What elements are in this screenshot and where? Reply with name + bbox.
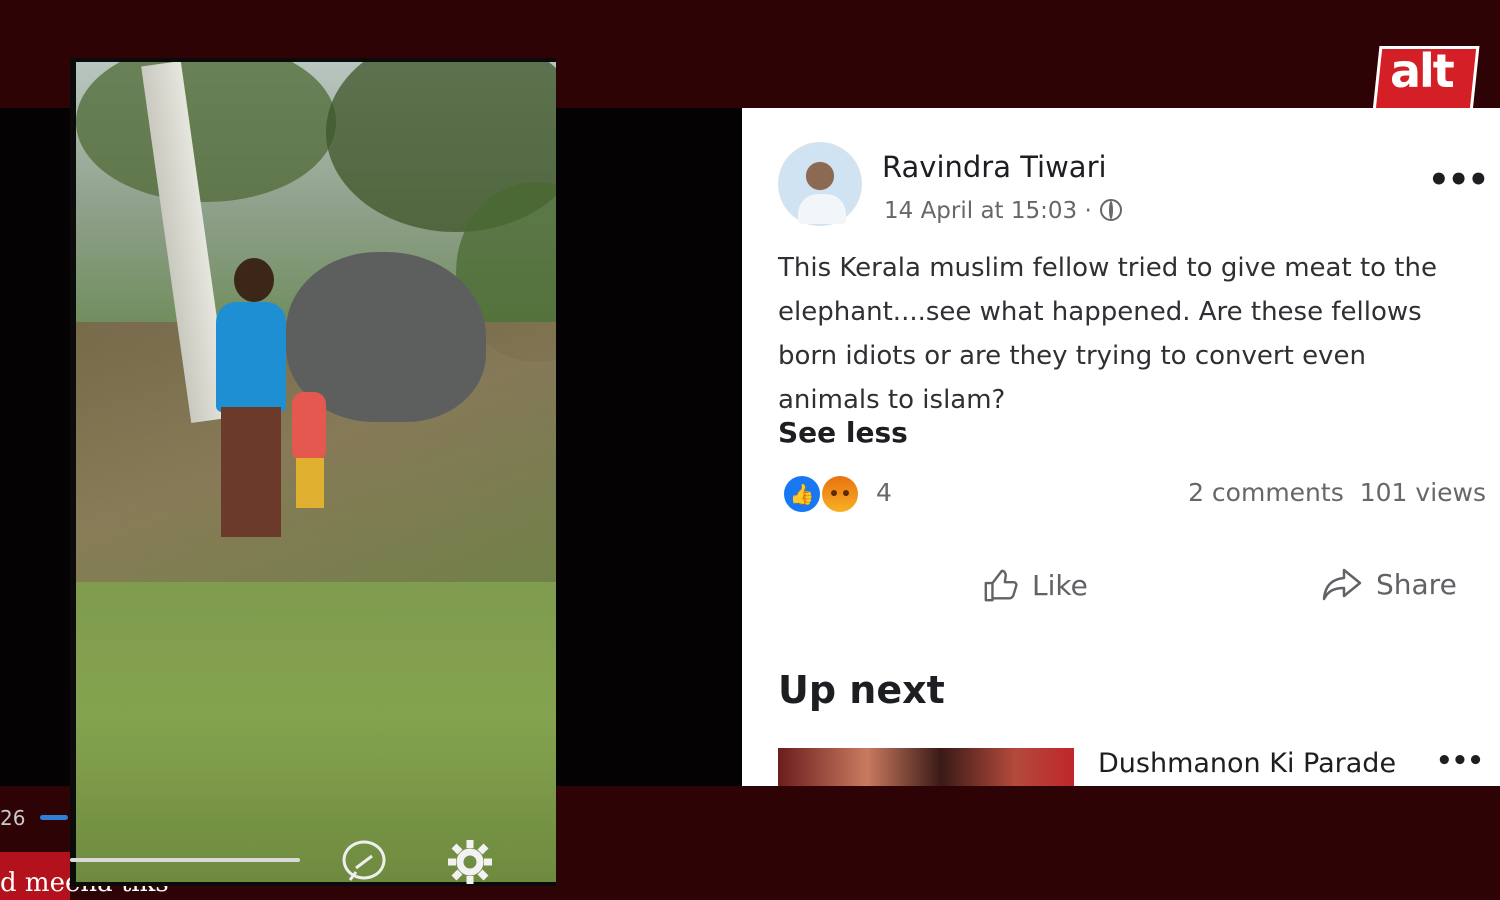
video-player[interactable] bbox=[70, 58, 556, 886]
like-reaction-icon: 👍 bbox=[782, 474, 822, 514]
share-label: Share bbox=[1376, 567, 1457, 601]
facebook-post-panel: Ravindra Tiwari 14 April at 15:03 · ••• … bbox=[742, 108, 1500, 786]
avatar[interactable] bbox=[778, 142, 862, 226]
up-next-more-icon[interactable]: ••• bbox=[1436, 746, 1484, 776]
up-next-thumbnail[interactable] bbox=[778, 748, 1074, 786]
video-frame-image bbox=[76, 62, 556, 882]
author-name[interactable]: Ravindra Tiwari bbox=[882, 150, 1107, 184]
share-icon bbox=[1322, 568, 1362, 601]
person-blue-shirt bbox=[216, 302, 286, 412]
globe-icon bbox=[1099, 199, 1122, 221]
video-scrubber[interactable] bbox=[70, 858, 300, 862]
gear-icon[interactable] bbox=[444, 836, 496, 886]
like-button[interactable]: Like bbox=[982, 566, 1088, 604]
more-options-icon[interactable]: ••• bbox=[1428, 160, 1489, 200]
up-next-heading: Up next bbox=[778, 668, 945, 712]
comments-count[interactable]: 2 comments bbox=[1188, 478, 1344, 507]
up-next-title[interactable]: Dushmanon Ki Parade bbox=[1098, 748, 1396, 779]
reaction-count: 4 bbox=[876, 478, 892, 507]
post-stats: 2 comments 101 views bbox=[1188, 478, 1486, 507]
video-elapsed-time: 26 bbox=[0, 806, 26, 830]
angry-reaction-icon bbox=[820, 474, 860, 514]
video-progress-indicator bbox=[40, 815, 68, 820]
post-text: This Kerala muslim fellow tried to give … bbox=[778, 253, 1437, 415]
post-timestamp: 14 April at 15:03 · bbox=[884, 198, 1122, 224]
share-button[interactable]: Share bbox=[1322, 566, 1457, 602]
like-label: Like bbox=[1032, 568, 1088, 602]
thumbs-up-icon bbox=[984, 569, 1018, 602]
views-count: 101 views bbox=[1359, 478, 1486, 507]
see-less-link[interactable]: See less bbox=[778, 416, 908, 449]
captions-icon[interactable] bbox=[338, 838, 390, 886]
child bbox=[292, 392, 326, 462]
timestamp-text[interactable]: 14 April at 15:03 · bbox=[884, 198, 1092, 224]
